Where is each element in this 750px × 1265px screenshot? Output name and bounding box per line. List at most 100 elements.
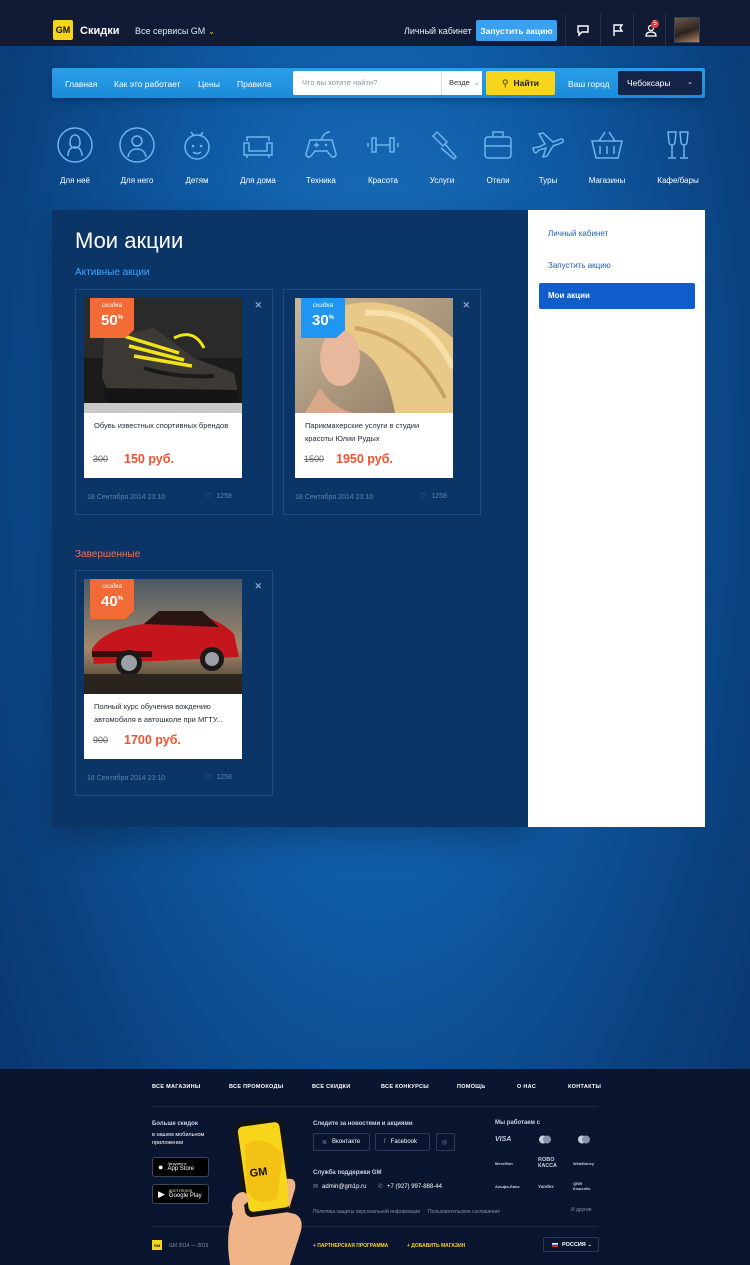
category-shops[interactable]: Магазины (577, 126, 637, 185)
avatar[interactable] (674, 17, 700, 43)
promo-card-body[interactable]: скидка 50% Обувь известных спортивных бр… (84, 298, 242, 478)
discount-badge: скидка 30% (301, 298, 345, 338)
add-shop-link[interactable]: + ДОБАВИТЬ МАГАЗИН (407, 1243, 465, 1249)
privacy-link[interactable]: Политика защиты персональной информации (313, 1209, 420, 1215)
dumbbell-icon (367, 137, 399, 153)
agreement-link[interactable]: Пользовательское соглашение (428, 1209, 500, 1215)
country-label: РОССИЯ (562, 1241, 586, 1248)
category-for-him[interactable]: Для него (107, 126, 167, 185)
close-icon[interactable]: ✕ (254, 300, 262, 311)
search-input[interactable]: Что вы хотите найти? (293, 71, 441, 95)
badge-label: скидка (101, 583, 123, 590)
footer-nav-all-promocodes[interactable]: ВСЕ ПРОМОКОДЫ (229, 1084, 283, 1090)
promo-date: 18 Сентября 2014 23:10 (87, 494, 166, 501)
category-services[interactable]: Услуги (412, 126, 472, 185)
find-button[interactable]: ⚲ Найти (486, 71, 555, 95)
promo-card[interactable]: ✕ скидка 40% Полный курс обучения вожден… (75, 570, 273, 796)
search-scope-select[interactable]: Везде ⌄ (441, 71, 482, 95)
category-cafes[interactable]: Кафе/бары (648, 126, 708, 185)
city-select[interactable]: Чебоксары ⌄ (618, 71, 702, 95)
phone-in-hand-illustration: GM (225, 1116, 315, 1265)
likes-counter[interactable]: ♡ 1258 (205, 773, 232, 781)
webmoney-logo: WebMoney (573, 1161, 595, 1166)
apple-icon: ● (158, 1162, 164, 1172)
brand-title[interactable]: Скидки (80, 25, 119, 37)
support-title: Служба поддержки GM (313, 1170, 382, 1176)
promo-description: Полный курс обучения вождению автомобиля… (94, 702, 223, 724)
likes-counter[interactable]: ♡ 1258 (205, 492, 232, 500)
category-home[interactable]: Для дома (228, 126, 288, 185)
instagram-button[interactable]: ◎ (436, 1133, 455, 1151)
app-store-button[interactable]: ● Загрузите в App Store (152, 1157, 209, 1177)
nav-how-it-works[interactable]: Как это работает (114, 79, 181, 89)
footer-nav-about[interactable]: О НАС (517, 1084, 536, 1090)
category-label: Для него (120, 176, 154, 185)
basket-icon (591, 131, 623, 159)
old-price: 300 (93, 454, 109, 464)
percent-sign: % (117, 315, 124, 321)
country-select[interactable]: РОССИЯ ⌄ (543, 1237, 599, 1252)
divider (633, 14, 634, 46)
promo-card[interactable]: ✕ скидка 50% Обувь известных спортивных … (75, 289, 273, 515)
discount-value: 40 (100, 593, 118, 610)
google-play-button[interactable]: ▶ ДОСТУПНО В Google Play (152, 1184, 209, 1204)
new-price: 1950 руб. (336, 452, 393, 466)
category-label: Для неё (60, 176, 90, 185)
services-dropdown[interactable]: Все сервисы GM ⌄ (135, 26, 215, 36)
personal-cabinet-link[interactable]: Личный кабинет (404, 26, 472, 36)
category-beauty[interactable]: Красота (353, 126, 413, 185)
category-label: Кафе/бары (657, 176, 699, 185)
sidebar-item-launch-promo[interactable]: Запустить акцию (548, 261, 611, 270)
gm-logo[interactable]: GM (53, 20, 73, 40)
chat-icon[interactable] (576, 23, 590, 37)
sidebar-item-cabinet[interactable]: Личный кабинет (548, 229, 608, 238)
vk-icon: ≋ (322, 1139, 328, 1146)
footer: ВСЕ МАГАЗИНЫ ВСЕ ПРОМОКОДЫ ВСЕ СКИДКИ ВС… (0, 1069, 750, 1265)
divider (665, 14, 666, 46)
promo-card-body[interactable]: скидка 40% Полный курс обучения вождению… (84, 579, 242, 759)
kids-icon (184, 131, 210, 160)
partner-program-link[interactable]: + ПАРТНЕРСКАЯ ПРОГРАММА (313, 1243, 388, 1249)
discount-badge: скидка 40% (90, 579, 134, 619)
sidebar-item-my-promos[interactable]: Мои акции (539, 283, 695, 309)
category-tours[interactable]: Туры (518, 126, 578, 185)
footer-nav-contacts[interactable]: КОНТАКТЫ (568, 1084, 601, 1090)
footer-nav-all-shops[interactable]: ВСЕ МАГАЗИНЫ (152, 1084, 201, 1090)
nav-home[interactable]: Главная (65, 79, 97, 89)
footer-nav-all-discounts[interactable]: ВСЕ СКИДКИ (312, 1084, 350, 1090)
likes-counter[interactable]: ♡ 1258 (420, 492, 447, 500)
discount-value: 50 (100, 312, 118, 329)
promo-card-body[interactable]: скидка 30% Парикмахерские услуги в студи… (295, 298, 453, 478)
badge-value: 40% (90, 590, 134, 611)
find-button-label: Найти (513, 78, 540, 88)
flag-icon[interactable] (611, 23, 625, 37)
facebook-icon: f (384, 1139, 386, 1145)
support-phone[interactable]: ✆ +7 (927) 997-888-44 (378, 1183, 442, 1190)
footer-nav-help[interactable]: ПОМОЩЬ (457, 1084, 485, 1090)
glasses-icon (667, 131, 689, 159)
close-icon[interactable]: ✕ (254, 581, 262, 592)
notification-badge: 5 (651, 20, 659, 28)
nav-prices[interactable]: Цены (198, 79, 220, 89)
category-label: Магазины (588, 176, 626, 185)
heart-icon: ♡ (205, 774, 212, 781)
support-email[interactable]: ✉ admin@gm1p.ru (313, 1183, 366, 1190)
footer-nav-all-contests[interactable]: ВСЕ КОНКУРСЫ (381, 1084, 429, 1090)
facebook-button[interactable]: f Facebook (375, 1133, 430, 1151)
phone-icon: ✆ (378, 1184, 384, 1190)
partners-title: Мы работаем с (495, 1120, 540, 1126)
category-tech[interactable]: Техника (291, 126, 351, 185)
category-for-her[interactable]: Для неё (45, 126, 105, 185)
promo-card[interactable]: ✕ скидка 30% Парикмахерские услуги в сту (283, 289, 481, 515)
vk-button[interactable]: ≋ Вконтакте (313, 1133, 370, 1151)
nav-rules[interactable]: Правила (237, 79, 272, 89)
discount-value: 30 (311, 312, 329, 329)
close-icon[interactable]: ✕ (462, 300, 470, 311)
app-promo-subtitle: в нашем мобильном приложении (152, 1132, 205, 1146)
old-price: 900 (93, 735, 109, 745)
launch-promo-button[interactable]: Запустить акцию (476, 20, 557, 41)
suitcase-icon (484, 131, 512, 159)
vk-label: Вконтакте (332, 1139, 361, 1145)
category-kids[interactable]: Детям (167, 126, 227, 185)
and-others-text: И другие (571, 1207, 592, 1213)
